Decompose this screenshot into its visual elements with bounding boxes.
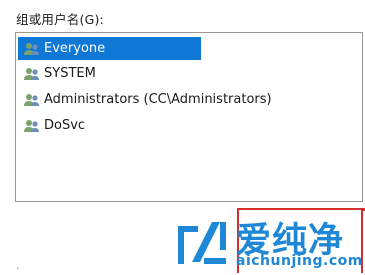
list-item-administrators[interactable]: Administrators (CC\Administrators) [18, 88, 318, 111]
user-name: DoSvc [44, 118, 86, 133]
list-item-system[interactable]: SYSTEM [18, 62, 201, 85]
watermark: 爱纯净 aichunjing.com [174, 214, 365, 273]
user-name: SYSTEM [44, 66, 96, 81]
user-name: Everyone [44, 41, 106, 56]
cropped-footer-text: · [16, 262, 20, 275]
users-group-icon [24, 42, 39, 55]
user-name: Administrators (CC\Administrators) [44, 92, 272, 107]
edit-button-highlight[interactable] [237, 208, 365, 211]
users-group-icon [24, 93, 39, 106]
users-group-icon [24, 67, 39, 80]
list-item-dosvc[interactable]: DoSvc [18, 114, 201, 137]
watermark-domain: aichunjing.com [236, 253, 363, 269]
group-or-user-names-label: 组或用户名(G): [16, 12, 104, 27]
group-user-listbox[interactable]: Everyone SYSTEM Administrators (CC\Admin… [15, 32, 363, 202]
users-group-icon [24, 119, 39, 132]
aichunjing-logo [178, 222, 226, 264]
list-item-everyone[interactable]: Everyone [18, 37, 201, 60]
